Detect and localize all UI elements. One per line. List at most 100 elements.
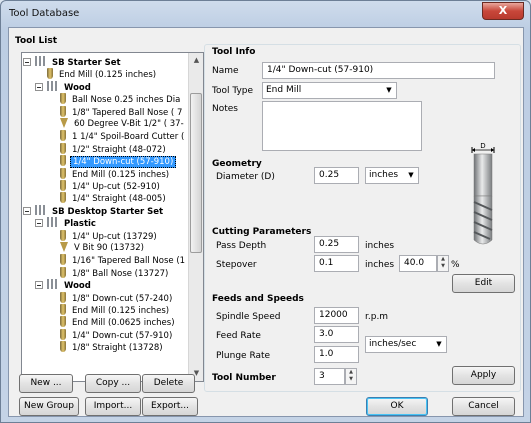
tree-group-row[interactable]: Wood xyxy=(35,80,93,93)
close-button[interactable]: X xyxy=(482,2,524,20)
rate-units-select[interactable]: inches/sec ▼ xyxy=(365,336,447,353)
collapse-toggle-icon[interactable] xyxy=(23,206,31,215)
tree-item-label: Wood xyxy=(64,281,91,292)
tree-item-label: 1/2" Straight (48-072) xyxy=(72,144,166,155)
new-tool-button[interactable]: New ... xyxy=(19,374,73,393)
tree-item-label: End Mill (0.125 inches) xyxy=(72,306,170,316)
export-button[interactable]: Export... xyxy=(142,397,198,416)
tree-item-label: 1/8" Down-cut (57-240) xyxy=(72,293,173,304)
end-mill-diagram: D xyxy=(471,142,495,245)
tree-item-label: Plastic xyxy=(64,219,96,230)
notes-textarea[interactable] xyxy=(262,101,422,151)
ok-button[interactable]: OK xyxy=(366,397,428,416)
title-bar: Tool Database X xyxy=(1,1,530,29)
tree-group-row[interactable]: SB Starter Set xyxy=(23,56,123,68)
diameter-input[interactable]: 0.25 xyxy=(314,167,359,184)
dropdown-arrow-icon: ▼ xyxy=(386,86,392,94)
stepover-percent-input[interactable]: 40.0 xyxy=(399,255,437,272)
tool-database-window: Tool Database X Tool List SB Starter Set… xyxy=(0,0,531,423)
tool-tree[interactable]: SB Starter Set End Mill (0.125 inches) Woo… xyxy=(21,52,204,382)
tree-tool-row[interactable]: End Mill (0.0625 inches) xyxy=(60,316,177,328)
tree-item-label: End Mill (0.125 inches) xyxy=(59,70,157,81)
tree-tool-row[interactable]: End Mill (0.125 inches) xyxy=(47,68,158,80)
tree-tool-row[interactable]: End Mill (0.125 inches) xyxy=(60,304,171,316)
delete-tool-button[interactable]: Delete xyxy=(142,374,195,393)
apply-button[interactable]: Apply xyxy=(452,366,515,385)
tree-group-row[interactable]: Wood xyxy=(35,279,93,292)
dropdown-arrow-icon: ▼ xyxy=(408,171,414,179)
tree-tool-row[interactable]: 1/4" Down-cut (57-910) xyxy=(60,155,177,169)
percent-sign: % xyxy=(451,260,460,270)
new-group-button[interactable]: New Group xyxy=(19,397,79,416)
tree-group-row[interactable]: SB Desktop Starter Set xyxy=(23,204,165,217)
tree-item-label: 1 1/4" Spoil-Board Cutter ( xyxy=(72,132,185,143)
tree-tool-row[interactable]: End Mill (0.125 inches) xyxy=(60,167,171,180)
cutting-parameters-label: Cutting Parameters xyxy=(212,227,312,237)
tool-type-label: Tool Type xyxy=(212,86,254,96)
tree-item-label: 1/4" Up-cut (52-910) xyxy=(72,182,160,192)
spindle-speed-unit: r.p.m xyxy=(365,312,389,322)
collapse-toggle-icon[interactable] xyxy=(35,219,43,228)
tree-tool-row[interactable]: 1/8" Tapered Ball Nose ( 7 xyxy=(60,105,184,118)
end-mill-bit-icon xyxy=(60,316,66,328)
tree-tool-row[interactable]: 1/4" Up-cut (52-910) xyxy=(60,180,162,192)
pass-depth-unit: inches xyxy=(365,241,395,251)
scroll-thumb[interactable] xyxy=(190,93,202,253)
plunge-rate-input[interactable]: 1.0 xyxy=(314,346,359,363)
tree-tool-row[interactable]: 1/4" Down-cut (57-910) xyxy=(60,328,174,341)
end-mill-bit-icon xyxy=(60,142,66,154)
tree-tool-row[interactable]: Ball Nose 0.25 inches Dia xyxy=(60,93,182,105)
feed-rate-input[interactable]: 3.0 xyxy=(314,326,359,343)
stepover-spinner[interactable]: ▲ ▼ xyxy=(437,255,449,272)
end-mill-bit-icon xyxy=(60,167,66,179)
tree-scrollbar[interactable]: ▲ ▼ xyxy=(188,53,203,381)
tool-group-icon xyxy=(35,56,47,66)
tree-group-row[interactable]: Plastic xyxy=(35,217,98,230)
tree-item-label: SB Desktop Starter Set xyxy=(52,206,164,217)
end-mill-bit-icon xyxy=(60,180,66,191)
ball-nose-bit-icon xyxy=(60,105,66,117)
edit-button[interactable]: Edit xyxy=(452,274,515,293)
stepover-input[interactable]: 0.1 xyxy=(314,255,359,272)
scroll-up-arrow-icon[interactable]: ▲ xyxy=(189,53,203,68)
cancel-button[interactable]: Cancel xyxy=(452,397,515,416)
tree-tool-row[interactable]: 1/8" Down-cut (57-240) xyxy=(60,291,174,304)
end-mill-bit-icon xyxy=(60,155,66,167)
end-mill-bit-icon xyxy=(60,341,66,353)
tool-type-select[interactable]: End Mill ▼ xyxy=(262,82,397,99)
tree-tool-row[interactable]: 1/4" Straight (48-005) xyxy=(60,192,168,204)
tool-number-spinner[interactable]: ▲ ▼ xyxy=(345,368,357,385)
name-input[interactable]: 1/4" Down-cut (57-910) xyxy=(262,62,495,79)
tree-tool-row[interactable]: 1/8" Ball Nose (13727) xyxy=(60,266,170,279)
end-mill-bit-icon xyxy=(60,229,66,241)
tree-item-label: 60 Degree V-Bit 1/2" ( 37- xyxy=(74,119,184,129)
tool-type-value: End Mill xyxy=(266,85,302,95)
collapse-toggle-icon[interactable] xyxy=(23,58,31,66)
ball-nose-bit-icon xyxy=(60,266,66,278)
stepover-label: Stepover xyxy=(216,260,257,270)
tree-item-label: 1/16" Tapered Ball Nose (1 xyxy=(72,256,186,267)
spindle-speed-input[interactable]: 12000 xyxy=(314,307,359,324)
tool-group-icon xyxy=(47,279,59,290)
copy-tool-button[interactable]: Copy ... xyxy=(85,374,141,393)
tree-tool-row[interactable]: 1/8" Straight (13728) xyxy=(60,341,165,353)
tree-tool-row[interactable]: 1 1/4" Spoil-Board Cutter ( xyxy=(60,130,186,142)
tool-list-label: Tool List xyxy=(15,36,58,46)
tree-tool-row[interactable]: 1/16" Tapered Ball Nose (1 xyxy=(60,254,187,266)
tree-tool-row[interactable]: V Bit 90 (13732) xyxy=(60,242,146,254)
tree-tool-row[interactable]: 60 Degree V-Bit 1/2" ( 37- xyxy=(60,118,186,130)
collapse-toggle-icon[interactable] xyxy=(35,281,43,290)
plunge-rate-label: Plunge Rate xyxy=(216,351,271,361)
collapse-toggle-icon[interactable] xyxy=(35,82,43,91)
import-button[interactable]: Import... xyxy=(85,397,141,416)
tree-tool-row[interactable]: 1/2" Straight (48-072) xyxy=(60,142,168,155)
dialog-client-area: Tool List SB Starter Set End Mill (0.125 … xyxy=(8,27,524,417)
diameter-units-select[interactable]: inches ▼ xyxy=(365,167,419,184)
feed-rate-label: Feed Rate xyxy=(216,331,261,341)
pass-depth-input[interactable]: 0.25 xyxy=(314,236,359,253)
window-title: Tool Database xyxy=(9,8,80,19)
tool-info-label: Tool Info xyxy=(212,47,256,57)
tree-tool-row[interactable]: 1/4" Up-cut (13729) xyxy=(60,229,159,242)
tool-number-input[interactable]: 3 xyxy=(314,368,345,385)
tree-item-label: End Mill (0.125 inches) xyxy=(72,169,170,180)
